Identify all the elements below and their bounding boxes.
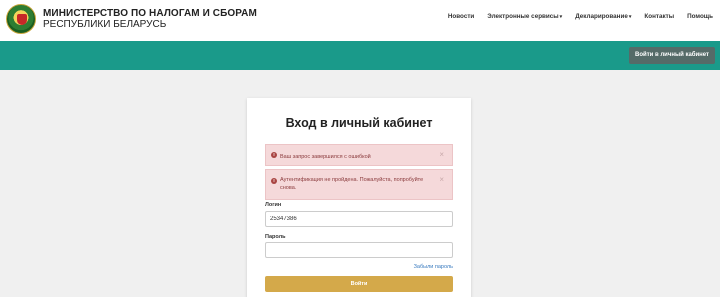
nav-label: Новости <box>447 13 475 20</box>
header: МИНИСТЕРСТВО ПО НАЛОГАМ И СБОРАМ РЕСПУБЛ… <box>0 0 720 41</box>
org-name-line2: РЕСПУБЛИКИ БЕЛАРУСЬ <box>43 19 167 30</box>
chevron-down-icon: ▾ <box>628 14 632 20</box>
error-icon: ! <box>271 178 277 184</box>
nav-item-help[interactable]: Помощь <box>687 13 713 20</box>
alert-text: Ваш запрос завершился с ошибкой <box>280 154 371 160</box>
emblem-icon[interactable] <box>6 4 36 34</box>
banner-bar <box>0 41 720 70</box>
password-input[interactable] <box>265 242 453 258</box>
login-label: Логин <box>265 202 282 208</box>
page-title: Вход в личный кабинет <box>285 116 433 130</box>
organization-name[interactable]: МИНИСТЕРСТВО ПО НАЛОГАМ И СБОРАМ РЕСПУБЛ… <box>43 8 257 30</box>
nav-label: Электронные сервисы <box>487 13 559 20</box>
login-card: Вход в личный кабинет ! Ваш запрос завер… <box>247 98 471 297</box>
error-alert: ! Ваш запрос завершился с ошибкой × <box>265 144 453 166</box>
nav-label: Контакты <box>644 13 675 20</box>
nav-label: Декларирование <box>575 13 628 20</box>
error-alert: ! Аутентификация не пройдена. Пожалуйста… <box>265 169 453 200</box>
nav-item-declaration[interactable]: Декларирование▾ <box>575 13 631 20</box>
error-icon: ! <box>271 152 277 158</box>
close-icon[interactable]: × <box>439 176 444 184</box>
chevron-down-icon: ▾ <box>559 14 563 20</box>
password-label: Пароль <box>265 234 286 240</box>
nav-label: Помощь <box>687 13 713 20</box>
nav-item-e-services[interactable]: Электронные сервисы▾ <box>487 13 562 20</box>
forgot-password-link[interactable]: Забыли пароль <box>414 264 453 270</box>
main-nav: Новости Электронные сервисы▾ Декларирова… <box>448 13 713 20</box>
login-button[interactable]: Войти <box>265 276 453 292</box>
nav-item-contacts[interactable]: Контакты <box>644 13 674 20</box>
org-name-line1: МИНИСТЕРСТВО ПО НАЛОГАМ И СБОРАМ <box>43 8 257 19</box>
close-icon[interactable]: × <box>439 151 444 159</box>
nav-item-news[interactable]: Новости <box>448 13 474 20</box>
login-input[interactable] <box>265 211 453 227</box>
alert-text: Аутентификация не пройдена. Пожалуйста, … <box>280 177 424 191</box>
enter-cabinet-button[interactable]: Войти в личный кабинет <box>629 47 715 64</box>
